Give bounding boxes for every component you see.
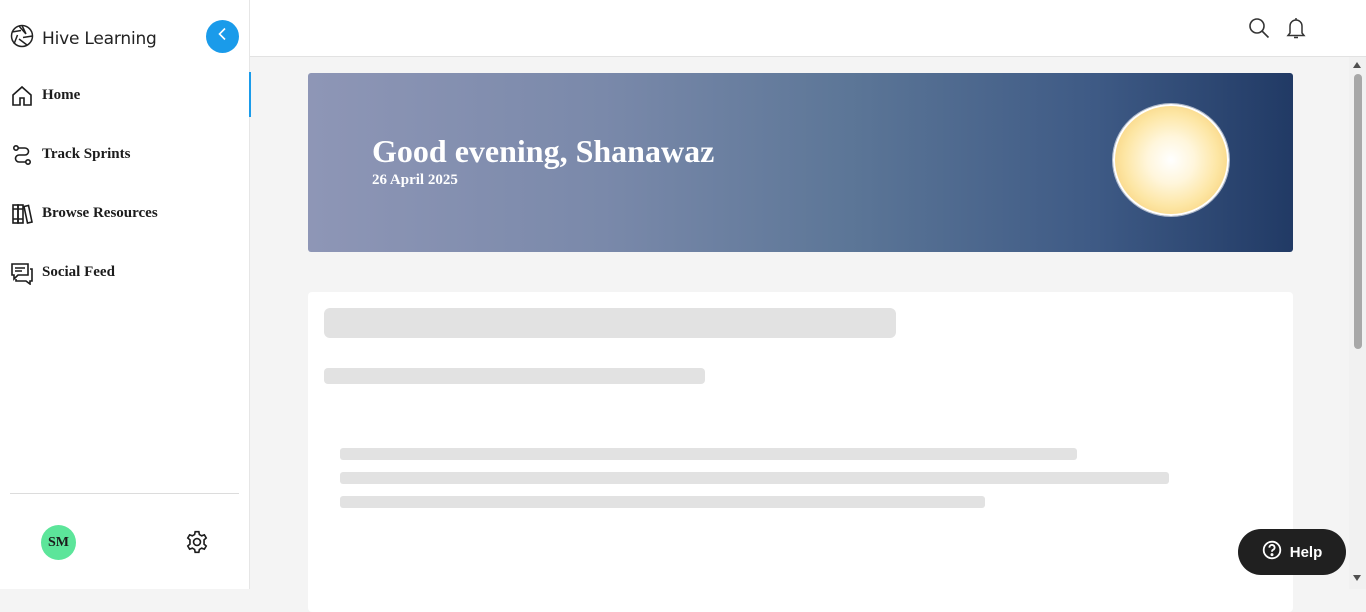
scrollbar[interactable] [1349, 57, 1366, 589]
greeting-banner: Good evening, Shanawaz 26 April 2025 [308, 73, 1293, 252]
sidebar-item-home[interactable]: Home [0, 66, 251, 125]
route-icon [10, 143, 34, 167]
skeleton-line [340, 472, 1169, 484]
greeting-title: Good evening, Shanawaz [372, 133, 715, 169]
settings-button[interactable] [184, 529, 210, 555]
skeleton-line [340, 496, 985, 508]
bell-icon[interactable] [1284, 16, 1308, 40]
sidebar-nav: Home Track Sprints Browse Resources Soci… [0, 66, 251, 302]
brand[interactable]: Hive Learning [10, 24, 157, 53]
books-icon [10, 202, 34, 226]
chevron-left-icon [216, 27, 230, 46]
sidebar-item-browse-resources[interactable]: Browse Resources [0, 184, 250, 243]
skeleton-title [324, 308, 896, 338]
help-label: Help [1289, 543, 1323, 561]
sidebar-item-label: Track Sprints [42, 146, 131, 162]
search-icon[interactable] [1247, 16, 1271, 40]
skeleton-line [340, 448, 1077, 460]
content-card-loading [308, 292, 1293, 612]
sidebar-divider [10, 493, 239, 494]
home-icon [10, 84, 34, 108]
hive-logo-icon [10, 24, 34, 53]
help-button[interactable]: Help [1238, 529, 1346, 575]
sidebar-item-social-feed[interactable]: Social Feed [0, 243, 250, 302]
sidebar-item-track-sprints[interactable]: Track Sprints [0, 125, 250, 184]
brand-name: Hive Learning [42, 28, 157, 49]
skeleton-subtitle [324, 368, 705, 384]
chat-icon [10, 261, 34, 285]
current-date: 26 April 2025 [372, 172, 458, 188]
scroll-thumb[interactable] [1354, 74, 1362, 349]
sidebar-item-label: Browse Resources [42, 205, 158, 221]
top-bar [250, 0, 1366, 57]
avatar[interactable]: SM [41, 525, 76, 560]
sidebar-item-label: Social Feed [42, 264, 115, 280]
collapse-sidebar-button[interactable] [206, 20, 239, 53]
sun-icon [1113, 104, 1229, 216]
gear-icon [184, 530, 210, 559]
scroll-down-arrow[interactable] [1353, 575, 1361, 581]
sidebar-item-label: Home [42, 87, 81, 103]
question-circle-icon [1262, 540, 1282, 565]
scroll-up-arrow[interactable] [1353, 62, 1361, 68]
sidebar: Hive Learning Home Track Sprints Browse … [0, 0, 251, 589]
